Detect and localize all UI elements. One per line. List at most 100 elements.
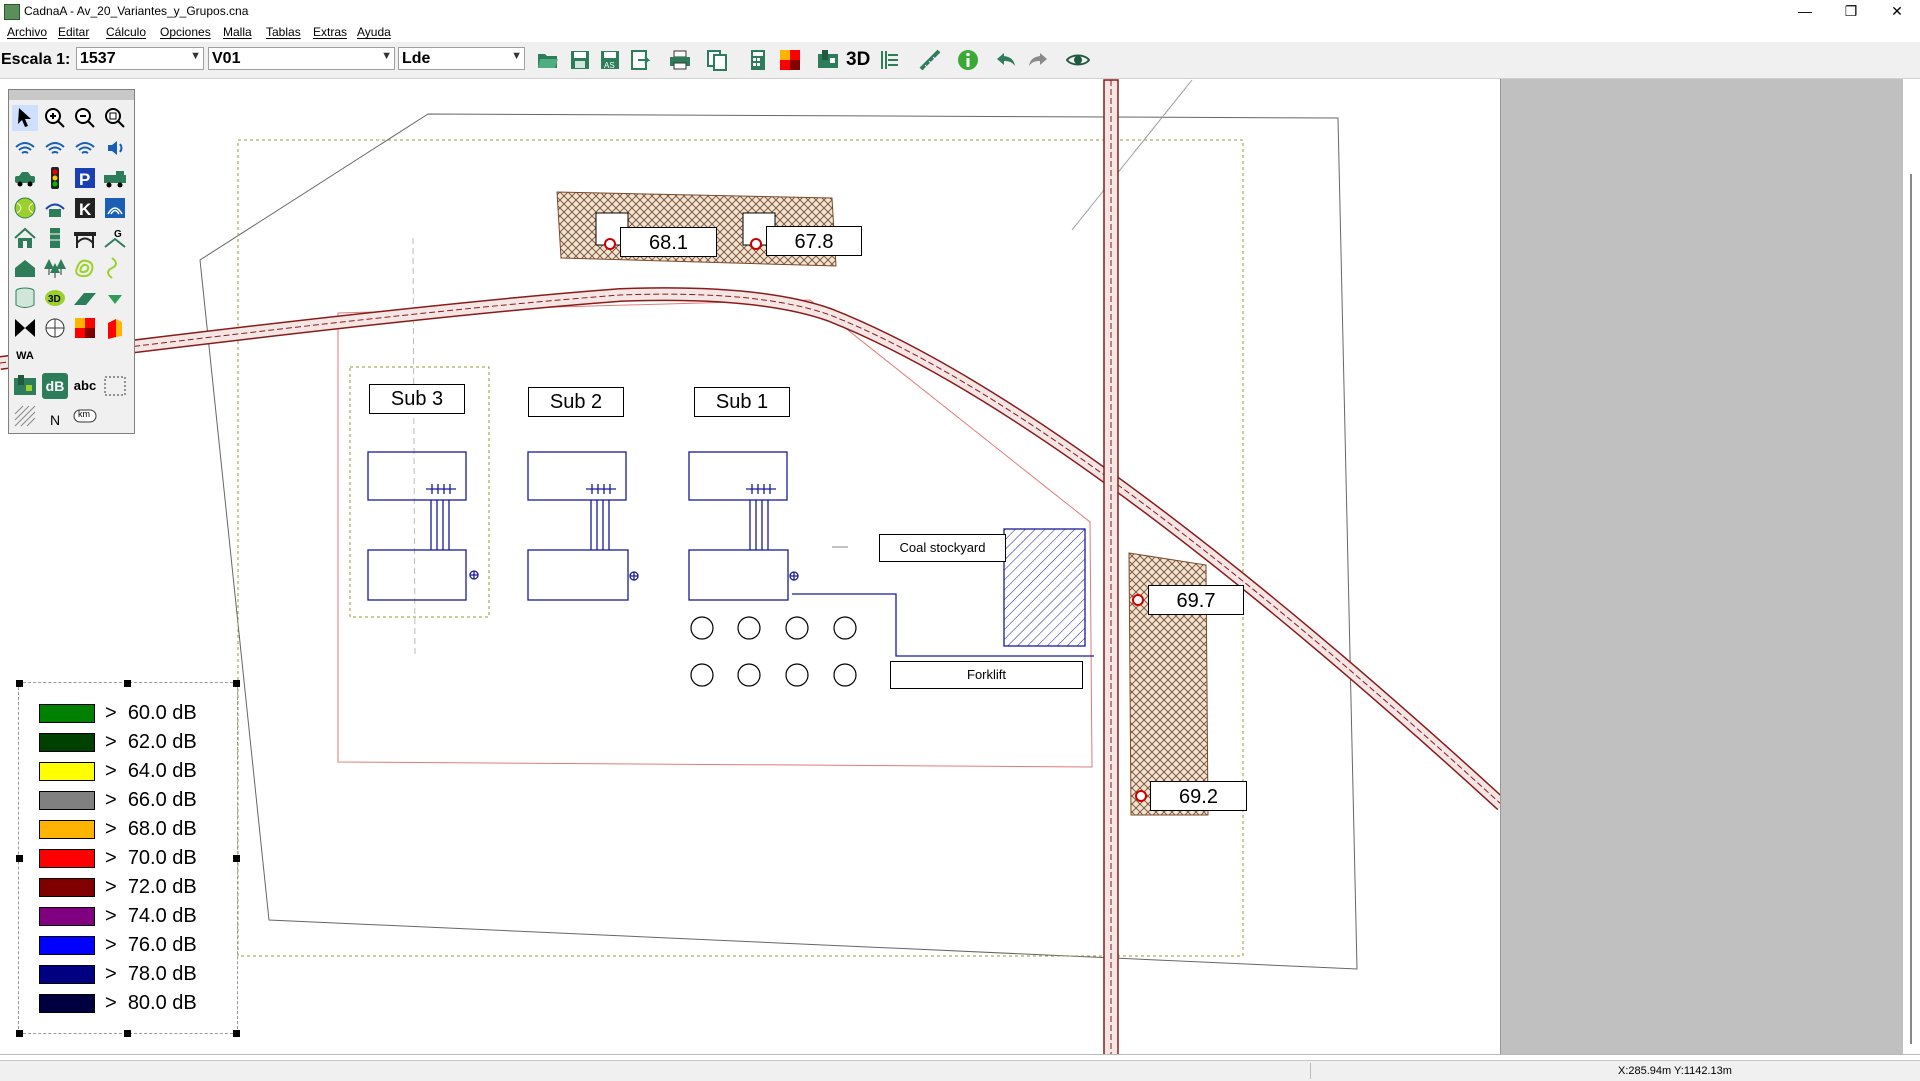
visibility-button[interactable] [1065, 48, 1091, 72]
scale-bar-tool[interactable]: km [72, 403, 98, 429]
open-button[interactable] [536, 48, 560, 72]
export-button[interactable] [628, 48, 652, 72]
measure-button[interactable] [918, 48, 942, 72]
plot-tool[interactable] [12, 373, 38, 399]
frame-tool[interactable] [102, 373, 128, 399]
menu-calculo[interactable]: Cálculo [106, 25, 146, 39]
palette-header[interactable] [9, 90, 134, 100]
zoom-out-tool[interactable] [72, 105, 98, 131]
hatch-tool[interactable] [12, 403, 38, 429]
ruler-icon [919, 49, 941, 71]
calculate-button[interactable] [746, 48, 770, 72]
north-arrow-tool[interactable]: N [42, 403, 68, 429]
zoom-in-tool[interactable] [42, 105, 68, 131]
color-legend[interactable]: > 60.0 dB > 62.0 dB > 64.0 dB > 66.0 dB … [16, 680, 240, 1037]
sub-label[interactable]: Sub 1 [694, 387, 790, 417]
scale-combo[interactable]: 1537 ▼ [76, 47, 204, 70]
export-icon [631, 50, 651, 70]
sub-label[interactable]: Sub 2 [528, 387, 624, 417]
area-source-tool[interactable] [72, 135, 98, 161]
bridge-tool[interactable] [72, 225, 98, 251]
table-button[interactable] [878, 48, 902, 72]
receiver-label[interactable]: 69.7 [1148, 585, 1244, 615]
resize-handle[interactable] [233, 1030, 240, 1037]
table-icon [881, 51, 898, 69]
receiver-label[interactable]: 68.1 [620, 227, 717, 257]
barrier-tool[interactable] [42, 195, 68, 221]
variant-combo[interactable]: V01 ▼ [208, 47, 395, 70]
print-button[interactable] [668, 48, 692, 72]
wall-tool[interactable] [42, 225, 68, 251]
line-source-tool[interactable] [42, 135, 68, 161]
scroll-thumb[interactable] [1910, 174, 1912, 1044]
legend-label: > 66.0 dB [105, 789, 197, 811]
resize-handle[interactable] [233, 855, 240, 862]
menu-ayuda[interactable]: Ayuda [357, 25, 391, 39]
k-tool[interactable]: K [72, 195, 98, 221]
traffic-light-tool[interactable] [42, 165, 68, 191]
facade-map-tool[interactable] [102, 315, 128, 341]
select-tool[interactable] [12, 105, 38, 131]
wall-icon [50, 228, 60, 248]
parking-tool[interactable]: P [72, 165, 98, 191]
cylinder-tool[interactable] [12, 285, 38, 311]
resize-handle[interactable] [16, 855, 23, 862]
menu-opciones[interactable]: Opciones [160, 25, 211, 39]
railway-tool[interactable] [102, 165, 128, 191]
coal-stockyard-label[interactable]: Coal stockyard [879, 534, 1006, 562]
vertical-source-tool[interactable] [102, 135, 128, 161]
road-tool[interactable] [12, 165, 38, 191]
receiver-label[interactable]: 69.2 [1150, 781, 1247, 811]
point-source-tool[interactable] [12, 135, 38, 161]
embankment-tool[interactable] [72, 285, 98, 311]
grid-map-button[interactable] [778, 48, 802, 72]
menu-editar[interactable]: Editar [58, 25, 89, 39]
vertical-scrollbar[interactable] [1903, 79, 1920, 1054]
resize-handle[interactable] [124, 1030, 131, 1037]
close-button[interactable]: ✕ [1874, 0, 1920, 22]
view-3d-button[interactable]: 3D [846, 48, 874, 72]
trees-tool[interactable] [42, 255, 68, 281]
wa-tool[interactable]: WA [12, 343, 38, 369]
info-icon [958, 50, 978, 70]
undo-button[interactable] [994, 48, 1018, 72]
tennis-tool[interactable] [12, 195, 38, 221]
index-combo[interactable]: Lde ▼ [398, 47, 525, 70]
text-tool[interactable]: abc [72, 373, 98, 399]
menu-bar: Archivo Editar Cálculo Opciones Malla Ta… [0, 22, 1920, 42]
menu-tablas[interactable]: Tablas [266, 25, 301, 39]
building-tool[interactable] [12, 225, 38, 251]
menu-archivo[interactable]: Archivo [7, 25, 47, 39]
svg-text:K: K [79, 200, 92, 219]
menu-malla[interactable]: Malla [223, 25, 252, 39]
forklift-label[interactable]: Forklift [890, 661, 1083, 689]
resize-handle[interactable] [233, 680, 240, 687]
building-view-button[interactable] [816, 48, 840, 72]
resize-handle[interactable] [16, 680, 23, 687]
grid-point-tool[interactable] [42, 315, 68, 341]
save-button[interactable] [568, 48, 592, 72]
db-tool[interactable]: dB [42, 373, 68, 399]
triangle-tool[interactable] [102, 285, 128, 311]
ground-absorption-tool[interactable]: G [102, 225, 128, 251]
contour-tool[interactable] [72, 255, 98, 281]
save-as-button[interactable]: AS [598, 48, 622, 72]
cylinder-building-tool[interactable] [12, 255, 38, 281]
height-line-tool[interactable] [102, 255, 128, 281]
zoom-fit-tool[interactable] [102, 105, 128, 131]
legend-swatch [39, 994, 95, 1013]
copy-button[interactable] [705, 48, 729, 72]
maximize-button[interactable]: ❐ [1828, 0, 1874, 22]
industrial-tool[interactable] [102, 195, 128, 221]
sub-label[interactable]: Sub 3 [369, 384, 465, 414]
redo-button[interactable] [1026, 48, 1050, 72]
info-button[interactable] [956, 48, 980, 72]
resize-handle[interactable] [124, 680, 131, 687]
grid-map-tool[interactable] [72, 315, 98, 341]
resize-handle[interactable] [16, 1030, 23, 1037]
3d-object-tool[interactable]: 3D [42, 285, 68, 311]
menu-extras[interactable]: Extras [313, 25, 347, 39]
receiver-label[interactable]: 67.8 [766, 226, 862, 256]
section-tool[interactable] [12, 315, 38, 341]
minimize-button[interactable]: — [1782, 0, 1828, 22]
